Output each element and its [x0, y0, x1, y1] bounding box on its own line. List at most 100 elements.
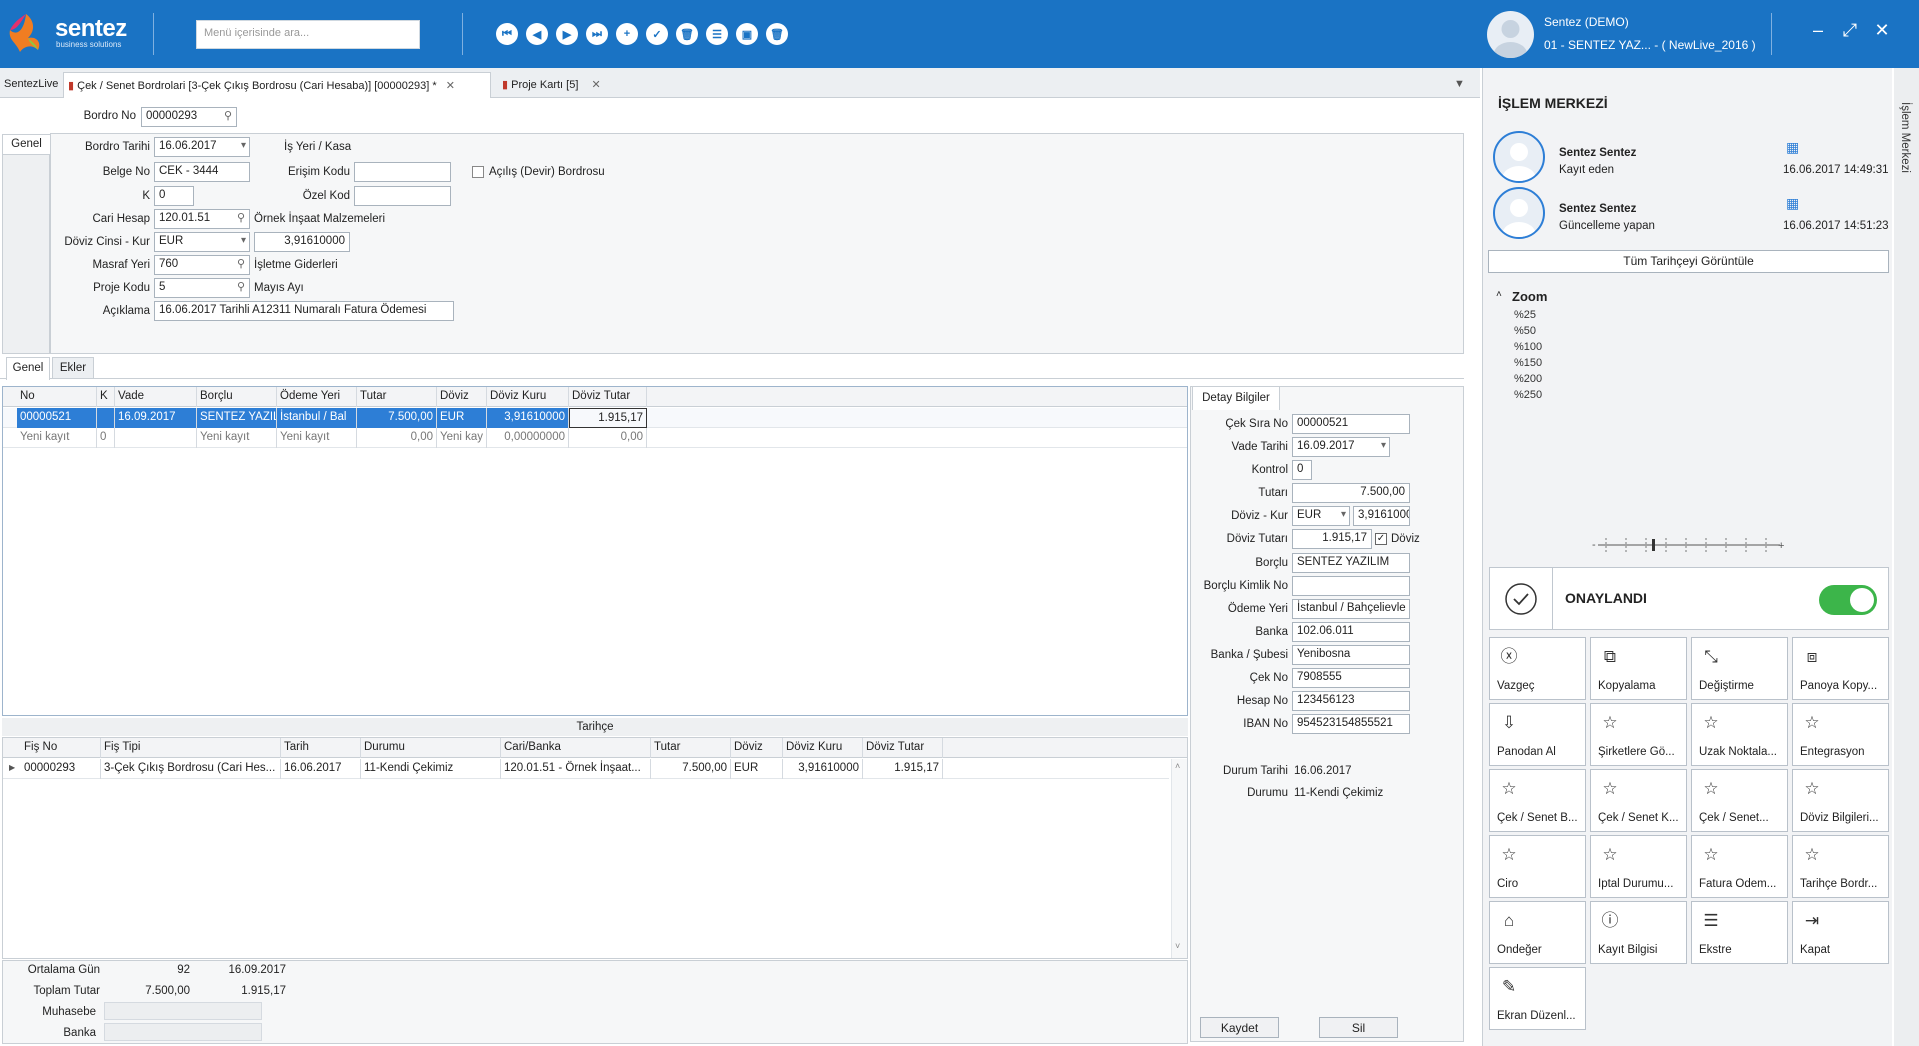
table-cell[interactable]: 16.09.2017 [115, 408, 197, 428]
zoom-slider[interactable]: - + [1592, 535, 1786, 555]
col-header[interactable]: Fiş Tipi [101, 738, 281, 758]
action-button[interactable]: ☆ Çek / Senet B... [1489, 769, 1586, 832]
delete-icon[interactable]: 🗑 [676, 23, 698, 45]
action-button[interactable]: ☆ Döviz Bilgileri... [1792, 769, 1889, 832]
table-cell[interactable]: EUR [437, 408, 487, 428]
tab-detay[interactable]: Detay Bilgiler [1192, 386, 1280, 410]
col-header[interactable]: Durumu [361, 738, 501, 758]
doviz-checkbox[interactable]: ✓ [1375, 533, 1387, 545]
doviz-kur-select[interactable]: EUR [1292, 506, 1350, 526]
cek-sira-input[interactable]: 00000521 [1292, 414, 1410, 434]
avatar[interactable] [1487, 11, 1534, 58]
action-button[interactable]: ⤡ Değiştirme [1691, 637, 1788, 700]
zoom-item[interactable]: %200 [1514, 373, 1542, 385]
kontrol-input[interactable]: 0 [1292, 460, 1312, 480]
side-vertical-label[interactable]: İşlem Merkezi [1899, 102, 1911, 173]
col-header[interactable]: K [97, 387, 115, 407]
action-button[interactable]: ✎ Ekran Düzenl... [1489, 967, 1586, 1030]
first-record-icon[interactable]: ⏮ [496, 23, 518, 45]
table-cell[interactable]: 7.500,00 [357, 408, 437, 428]
add-icon[interactable]: + [616, 23, 638, 45]
action-button[interactable]: ⧉ Kopyalama [1590, 637, 1687, 700]
col-header[interactable]: Döviz Kuru [783, 738, 863, 758]
table-cell[interactable]: Yeni kayıt [277, 428, 357, 448]
col-header[interactable]: No [17, 387, 97, 407]
minimize-icon[interactable]: – [1806, 20, 1830, 41]
doviz-select[interactable]: EUR [154, 232, 250, 252]
user-name[interactable]: Sentez (DEMO) [1544, 15, 1629, 29]
zoom-item[interactable]: %50 [1514, 325, 1536, 337]
banka-detail-input[interactable]: 102.06.011 [1292, 622, 1410, 642]
table-cell[interactable]: 3,91610000 [783, 759, 863, 779]
table-cell[interactable]: Yeni kay [437, 428, 487, 448]
table-cell[interactable] [97, 408, 115, 428]
col-header[interactable]: Tarih [281, 738, 361, 758]
action-button[interactable]: ⇥ Kapat [1792, 901, 1889, 964]
zoom-item[interactable]: %150 [1514, 357, 1542, 369]
col-header[interactable]: Döviz Tutar [863, 738, 943, 758]
hesap-no-input[interactable]: 123456123 [1292, 691, 1410, 711]
k-input[interactable]: 0 [154, 186, 194, 206]
action-button[interactable]: ☆ Entegrasyon [1792, 703, 1889, 766]
prev-record-icon[interactable]: ◀ [526, 23, 548, 45]
table-cell[interactable]: Yeni kayıt [197, 428, 277, 448]
last-record-icon[interactable]: ⏭ [586, 23, 608, 45]
close-tab-icon[interactable]: ✕ [591, 79, 600, 91]
table-row[interactable]: ▶ 00000293 3-Çek Çıkış Bordrosu (Cari He… [3, 759, 1169, 779]
bordro-no-input[interactable]: 00000293 [141, 107, 237, 127]
doviz-kur-input[interactable]: 3,9161000 [1353, 506, 1410, 526]
vade-input[interactable]: 16.09.2017 [1292, 437, 1390, 457]
subtab-ekler[interactable]: Ekler [52, 357, 94, 379]
acilis-checkbox[interactable] [472, 166, 484, 178]
proje-input[interactable]: 5 [154, 278, 250, 298]
table-cell[interactable]: 7.500,00 [651, 759, 731, 779]
history-view-button[interactable]: Tüm Tarihçeyi Görüntüle [1488, 250, 1889, 273]
col-header[interactable]: Vade [115, 387, 197, 407]
col-header[interactable]: Döviz Tutar [569, 387, 647, 407]
tab-dropdown-icon[interactable]: ▼ [1454, 78, 1465, 90]
zoom-item[interactable]: %25 [1514, 309, 1536, 321]
table-row[interactable]: Yeni kayıt 0 Yeni kayıt Yeni kayıt 0,00 … [3, 428, 1187, 448]
tutar-input[interactable]: 7.500,00 [1292, 483, 1410, 503]
close-icon[interactable]: ✕ [1870, 20, 1894, 41]
action-button[interactable]: ☆ Fatura Ödem... [1691, 835, 1788, 898]
action-button[interactable]: ☆ Ciro [1489, 835, 1586, 898]
borclu-input[interactable]: SENTEZ YAZILIM [1292, 553, 1410, 573]
window-icon[interactable]: ▣ [736, 23, 758, 45]
tab-cek-senet[interactable]: ▮ Çek / Senet Bordrolari [3-Çek Çıkış Bo… [63, 72, 491, 98]
sube-input[interactable]: Yenibosna [1292, 645, 1410, 665]
col-header[interactable]: Döviz [437, 387, 487, 407]
table-cell[interactable]: 00000293 [21, 759, 101, 779]
action-button[interactable]: ☆ Çek / Senet... [1691, 769, 1788, 832]
col-header[interactable]: Döviz [731, 738, 783, 758]
action-button[interactable]: ☆ İptal Durumu... [1590, 835, 1687, 898]
close-tab-icon[interactable]: ✕ [446, 80, 455, 92]
banka-field[interactable] [104, 1023, 262, 1041]
table-row[interactable]: 00000521 16.09.2017 SENTEZ YAZIL İstanbu… [3, 408, 1187, 428]
col-header[interactable]: Ödeme Yeri [277, 387, 357, 407]
row-expand-icon[interactable]: ▶ [9, 763, 15, 772]
table-cell[interactable]: SENTEZ YAZIL [197, 408, 277, 428]
action-button[interactable]: ☆ Çek / Senet K... [1590, 769, 1687, 832]
masraf-input[interactable]: 760 [154, 255, 250, 275]
iban-input[interactable]: 954523154855521 [1292, 714, 1410, 734]
action-button[interactable]: ☆ Tarihçe Bordr... [1792, 835, 1889, 898]
search-input[interactable]: Menü içerisinde ara... [196, 20, 420, 49]
approval-toggle[interactable] [1819, 585, 1877, 615]
col-header[interactable]: Döviz Kuru [487, 387, 569, 407]
action-button[interactable]: ⓧ Vazgeç [1489, 637, 1586, 700]
erisim-kodu-input[interactable] [354, 162, 451, 182]
action-button[interactable]: ☆ Uzak Noktala... [1691, 703, 1788, 766]
side-collapse-bar[interactable] [1894, 68, 1919, 1046]
scroll-up-icon[interactable]: ˄ [1175, 761, 1180, 771]
sil-button[interactable]: Sil [1319, 1017, 1398, 1038]
col-header[interactable]: Fiş No [21, 738, 101, 758]
table-cell[interactable]: 16.06.2017 [281, 759, 361, 779]
list-icon[interactable]: ☰ [706, 23, 728, 45]
table-cell[interactable]: 0,00 [357, 428, 437, 448]
belge-no-input[interactable]: CEK - 3444 [154, 162, 250, 182]
zoom-item[interactable]: %250 [1514, 389, 1542, 401]
trash-icon[interactable]: 🗑 [766, 23, 788, 45]
col-header[interactable]: Tutar [357, 387, 437, 407]
cari-hesap-input[interactable]: 120.01.51 [154, 209, 250, 229]
